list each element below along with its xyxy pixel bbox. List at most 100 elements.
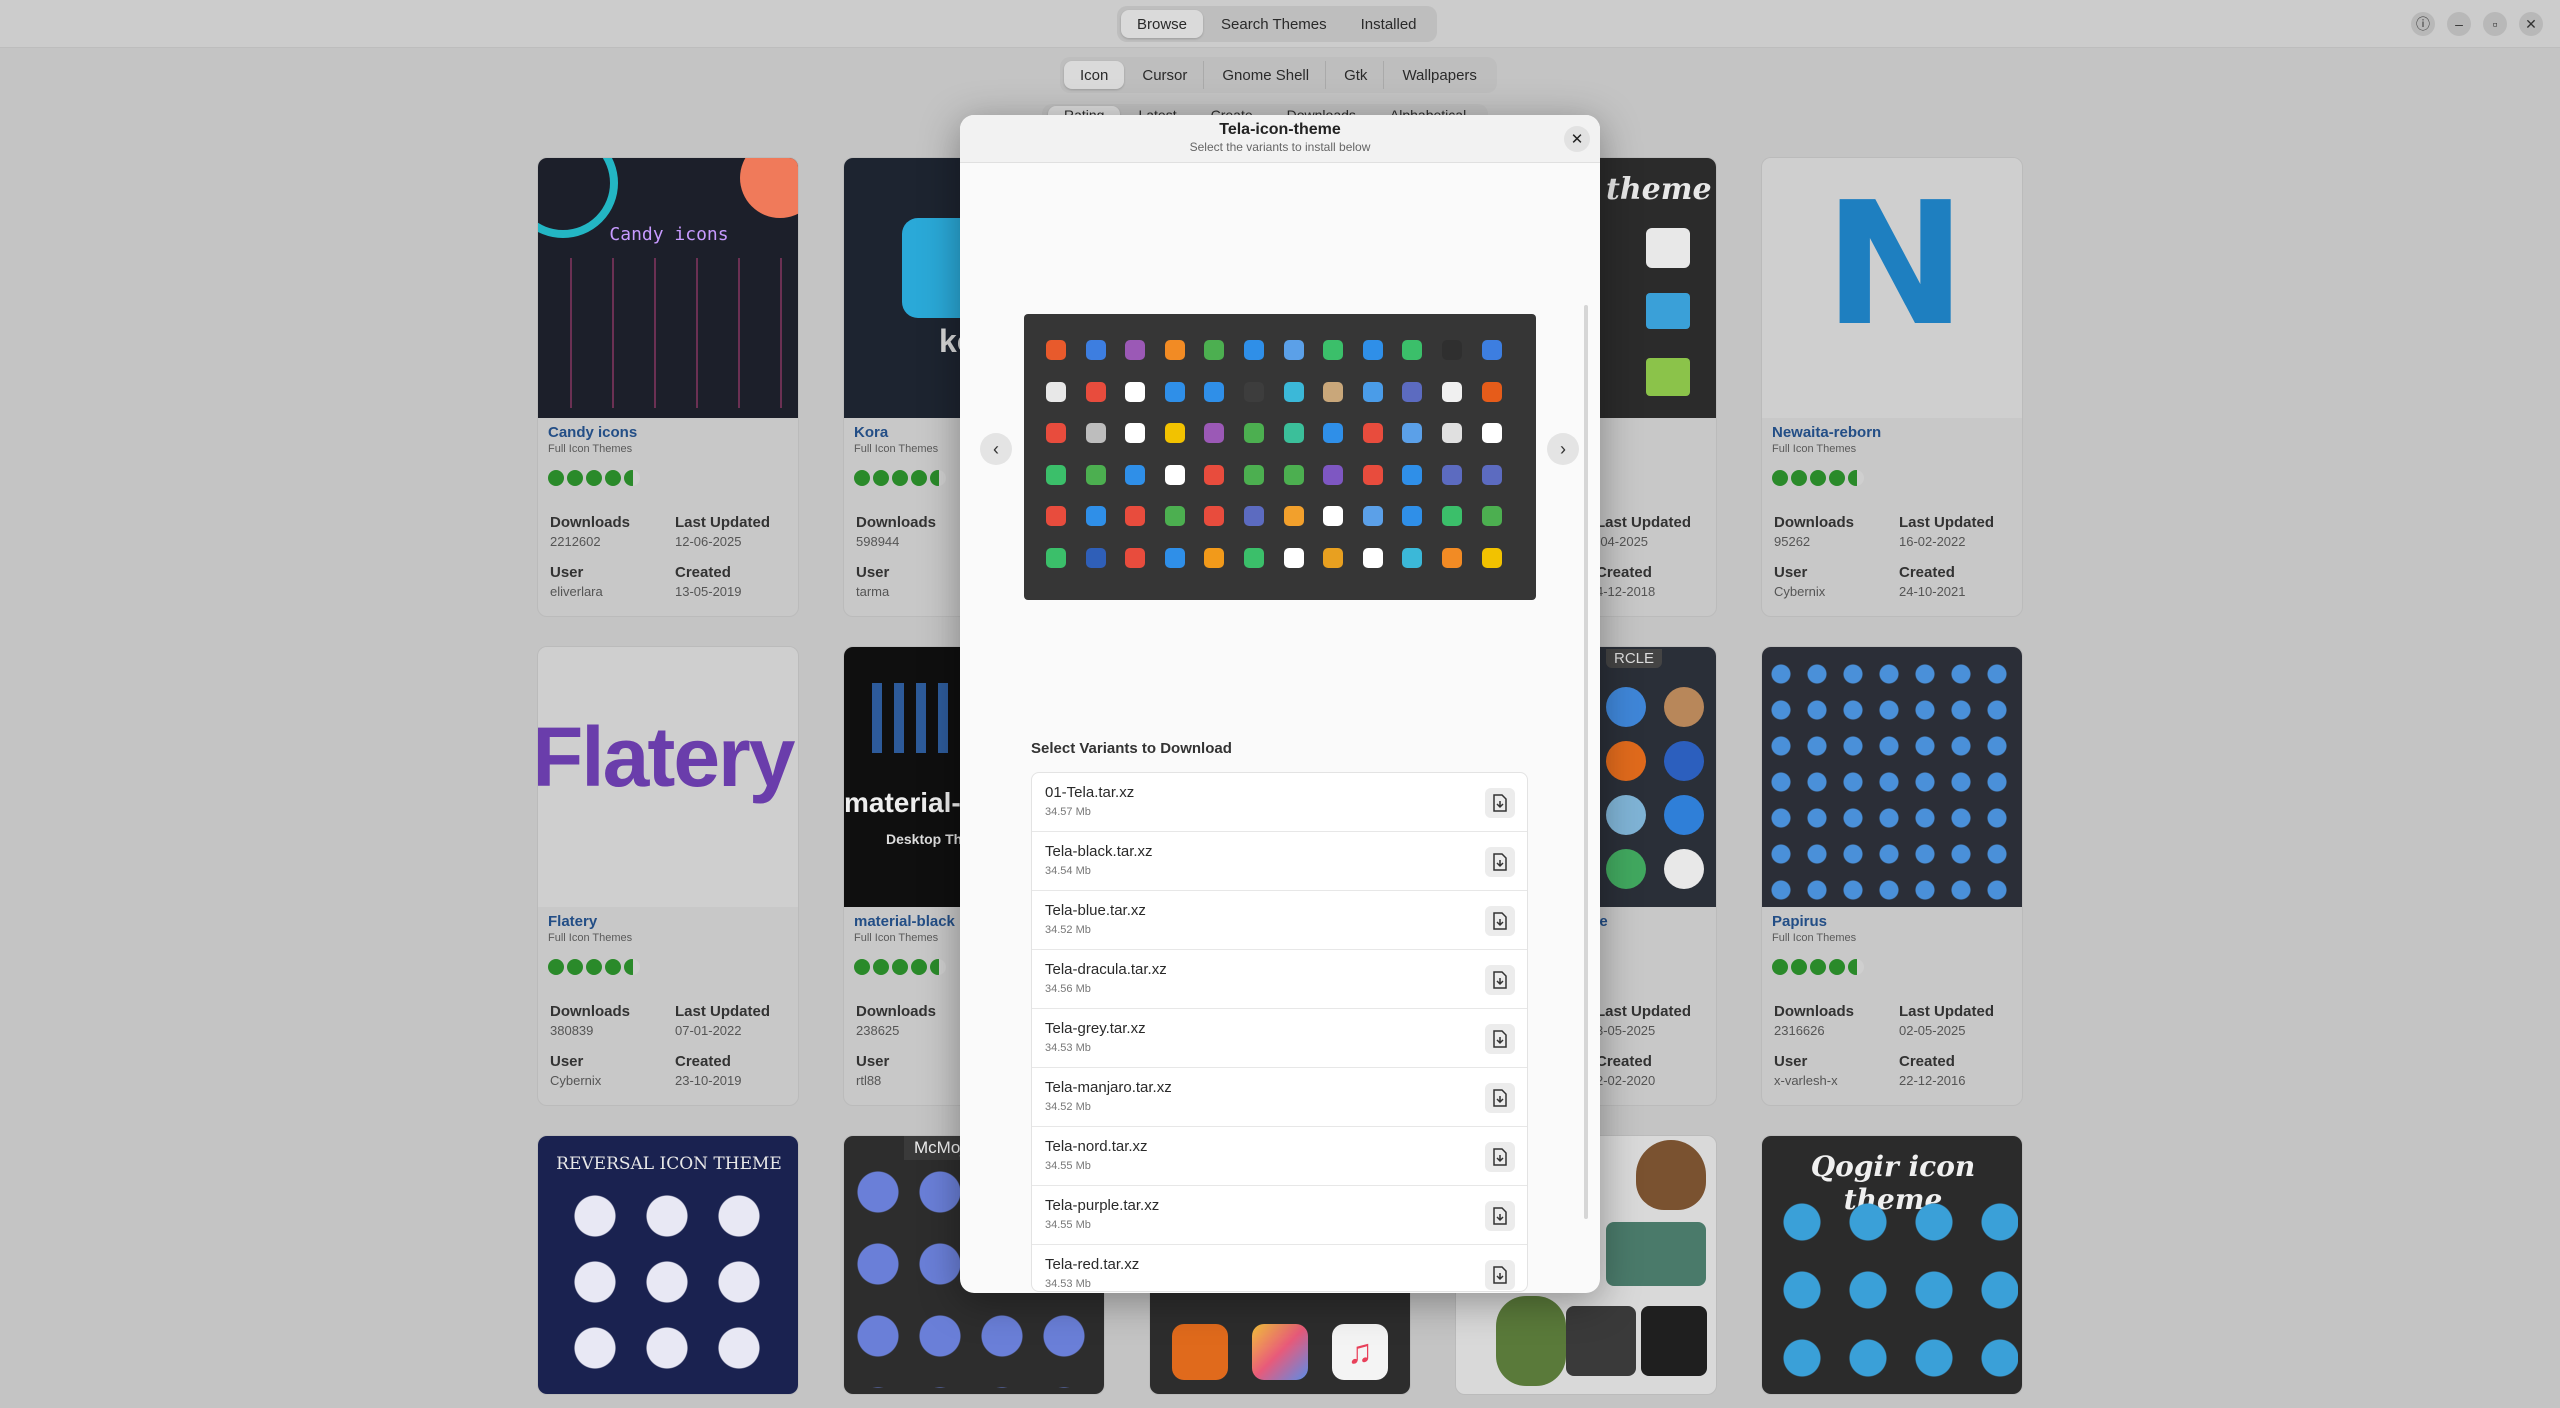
variant-row[interactable]: Tela-nord.tar.xz 34.55 Mb <box>1032 1127 1527 1186</box>
theme-card-newaita-reborn[interactable]: N Newaita-reborn Full Icon Themes Downlo… <box>1761 157 2023 617</box>
app-icon <box>1046 464 1066 485</box>
theme-card-papirus[interactable]: Papirus Full Icon Themes Downloads 23166… <box>1761 646 2023 1106</box>
variant-row[interactable]: Tela-dracula.tar.xz 34.56 Mb <box>1032 950 1527 1009</box>
download-button[interactable] <box>1485 847 1515 877</box>
download-file-icon <box>1493 853 1507 871</box>
info-icon[interactable]: ⓘ <box>2411 12 2435 36</box>
variant-row[interactable]: Tela-black.tar.xz 34.54 Mb <box>1032 832 1527 891</box>
last-updated-label: Last Updated <box>1596 1003 1692 1020</box>
category-tab-gtk[interactable]: Gtk <box>1328 61 1385 89</box>
theme-card-reversal[interactable]: REVERSAL ICON THEME <box>537 1135 799 1395</box>
app-icon <box>1085 547 1106 568</box>
user-label: User <box>856 564 890 581</box>
star-icon <box>1829 959 1845 975</box>
dialog-scrollbar[interactable] <box>1584 305 1588 1219</box>
download-button[interactable] <box>1485 1142 1515 1172</box>
card-subtitle: Full Icon Themes <box>548 932 633 944</box>
star-half-icon <box>624 470 640 486</box>
category-tab-cursor[interactable]: Cursor <box>1126 61 1205 89</box>
app-icon <box>1481 506 1502 527</box>
app-icon <box>1283 547 1304 568</box>
download-button[interactable] <box>1485 965 1515 995</box>
tab-browse[interactable]: Browse <box>1121 10 1204 38</box>
download-button[interactable] <box>1485 906 1515 936</box>
carousel-next-button[interactable]: › <box>1547 433 1579 465</box>
created-value: 22-12-2016 <box>1899 1073 1966 1088</box>
category-tab-icon[interactable]: Icon <box>1064 61 1125 89</box>
variant-row[interactable]: 01-Tela.tar.xz 34.57 Mb <box>1032 773 1527 832</box>
photos-icon <box>1252 1324 1308 1380</box>
variant-row[interactable]: Tela-blue.tar.xz 34.52 Mb <box>1032 891 1527 950</box>
last-updated-value: 3-05-2025 <box>1596 1023 1656 1038</box>
card-image-subtitle: Desktop Th <box>886 831 963 847</box>
variant-row[interactable]: Tela-manjaro.tar.xz 34.52 Mb <box>1032 1068 1527 1127</box>
close-icon[interactable]: ✕ <box>2519 12 2543 36</box>
variant-row[interactable]: Tela-grey.tar.xz 34.53 Mb <box>1032 1009 1527 1068</box>
rating-stars <box>854 470 946 486</box>
star-half-icon <box>930 959 946 975</box>
app-icon <box>1323 506 1344 527</box>
compass-icon <box>1664 741 1704 781</box>
maximize-icon[interactable]: ▫ <box>2483 12 2507 36</box>
app-icon <box>1164 464 1185 485</box>
calendar-icon <box>1664 849 1704 889</box>
star-icon <box>1829 470 1845 486</box>
app-icon <box>1481 423 1502 444</box>
downloads-value: 95262 <box>1774 534 1811 549</box>
card-image-title: Candy icons <box>609 224 729 245</box>
icon-grid-preview <box>1768 661 2020 901</box>
card-thumbnail <box>1762 647 2022 907</box>
app-icon <box>1204 340 1225 360</box>
download-file-icon <box>1493 1089 1507 1107</box>
last-updated-label: Last Updated <box>1596 514 1692 531</box>
app-icon <box>1323 340 1344 360</box>
variant-size: 34.53 Mb <box>1045 1042 1091 1054</box>
created-label: Created <box>675 564 731 581</box>
category-tab-wallpapers[interactable]: Wallpapers <box>1386 61 1492 89</box>
carousel-prev-button[interactable]: ‹ <box>980 433 1012 465</box>
app-icon <box>1323 381 1344 402</box>
variant-list[interactable]: 01-Tela.tar.xz 34.57 Mb Tela-black.tar.x… <box>1031 772 1528 1292</box>
variant-size: 34.55 Mb <box>1045 1219 1091 1231</box>
card-image-pattern <box>548 258 788 408</box>
tab-search-themes[interactable]: Search Themes <box>1205 10 1343 38</box>
star-icon <box>873 959 889 975</box>
app-icon <box>1164 381 1185 402</box>
downloads-label: Downloads <box>550 514 631 531</box>
app-icon <box>1125 547 1146 568</box>
minimize-icon[interactable]: – <box>2447 12 2471 36</box>
decor-shape <box>740 158 798 218</box>
download-file-icon <box>1493 794 1507 812</box>
mail-icon <box>1646 293 1690 329</box>
download-button[interactable] <box>1485 1024 1515 1054</box>
user-value: rtl88 <box>856 1073 882 1088</box>
star-icon <box>1791 470 1807 486</box>
theme-card-flatery[interactable]: Flatery Flatery Full Icon Themes Downloa… <box>537 646 799 1106</box>
app-icon <box>1362 464 1383 485</box>
downloads-value: 2212602 <box>550 534 601 549</box>
user-label: User <box>856 1053 890 1070</box>
app-icon <box>1125 340 1146 360</box>
app-icon <box>1046 381 1066 402</box>
theme-card-qogir[interactable]: Qogir icon theme <box>1761 1135 2023 1395</box>
tab-installed[interactable]: Installed <box>1345 10 1433 38</box>
dialog-close-button[interactable]: ✕ <box>1564 126 1590 152</box>
variant-row[interactable]: Tela-purple.tar.xz 34.55 Mb <box>1032 1186 1527 1245</box>
variant-name: 01-Tela.tar.xz <box>1045 784 1135 801</box>
app-icon <box>1402 547 1423 568</box>
download-button[interactable] <box>1485 788 1515 818</box>
download-button[interactable] <box>1485 1260 1515 1290</box>
theme-card-candy-icons[interactable]: Candy icons Candy icons Full Icon Themes… <box>537 157 799 617</box>
variant-row[interactable]: Tela-red.tar.xz 34.53 Mb <box>1032 1245 1527 1291</box>
variant-name: Tela-purple.tar.xz <box>1045 1197 1160 1214</box>
download-button[interactable] <box>1485 1083 1515 1113</box>
card-subtitle: Full Icon Themes <box>854 932 939 944</box>
created-value: 24-10-2021 <box>1899 584 1966 599</box>
category-tab-gnome-shell[interactable]: Gnome Shell <box>1206 61 1327 89</box>
last-updated-label: Last Updated <box>1899 514 1995 531</box>
download-button[interactable] <box>1485 1201 1515 1231</box>
downloads-value: 238625 <box>856 1023 900 1038</box>
card-subtitle: Full Icon Themes <box>1772 932 1857 944</box>
last-updated-value: 12-06-2025 <box>675 534 742 549</box>
app-icon <box>1441 423 1462 444</box>
